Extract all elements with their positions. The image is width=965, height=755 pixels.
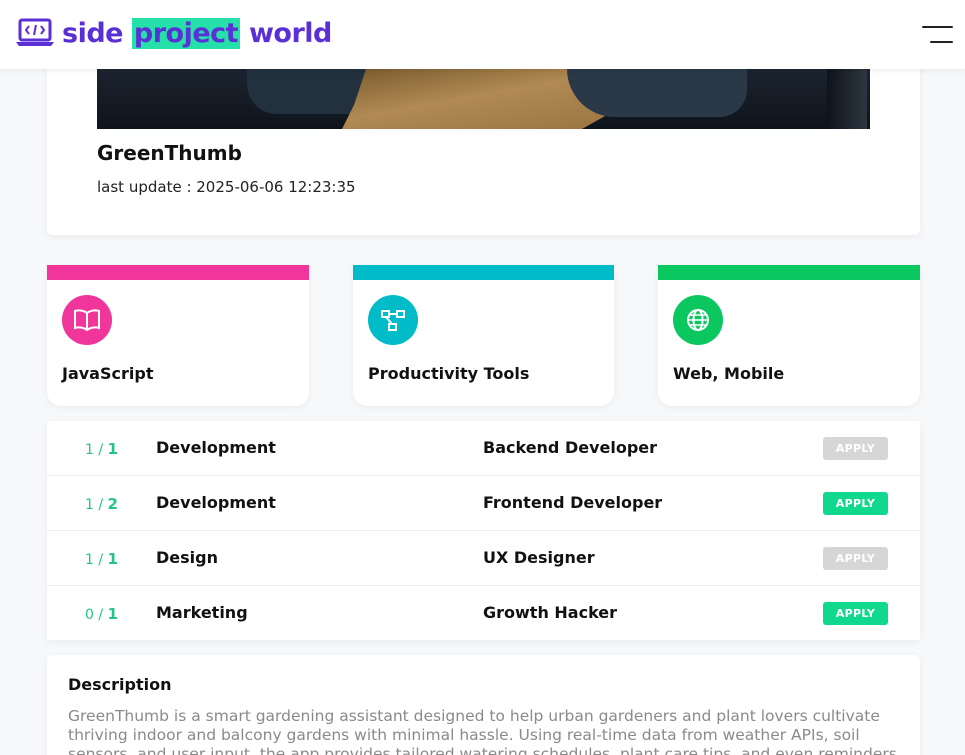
project-title: GreenThumb [97,141,242,165]
role-category: Development [156,493,276,512]
member-count: 1 / 2 [85,495,118,513]
globe-icon [673,295,723,345]
card-accent-bar [353,265,614,280]
field-label: Productivity Tools [368,364,530,383]
role-position: Frontend Developer [483,493,663,512]
tech-stack-card: JavaScript [47,265,309,406]
workflow-icon [368,295,418,345]
laptop-code-icon [16,18,54,46]
recruitment-table: 1 / 1 Development Backend Developer APPL… [47,421,920,640]
table-row: 1 / 2 Development Frontend Developer APP… [47,476,920,531]
description-card: Description GreenThumb is a smart garden… [47,655,920,755]
apply-button[interactable]: APPLY [823,492,888,515]
role-category: Design [156,548,218,567]
member-count: 1 / 1 [85,550,118,568]
hamburger-menu-icon[interactable] [922,24,953,46]
platform-label: Web, Mobile [673,364,785,383]
site-logo[interactable]: side project world [14,16,332,50]
site-header: side project world [0,0,965,69]
platform-card: Web, Mobile [658,265,920,406]
project-cover-image [97,69,870,129]
role-category: Development [156,438,276,457]
table-row: 1 / 1 Development Backend Developer APPL… [47,421,920,476]
apply-button[interactable]: APPLY [823,602,888,625]
role-position: UX Designer [483,548,595,567]
apply-button[interactable]: APPLY [823,437,888,460]
apply-button[interactable]: APPLY [823,547,888,570]
role-position: Growth Hacker [483,603,618,622]
member-count: 0 / 1 [85,605,118,623]
field-card: Productivity Tools [353,265,614,406]
description-body: GreenThumb is a smart gardening assistan… [68,707,897,755]
card-accent-bar [47,265,309,280]
project-header-card: GreenThumb last update : 2025-06-06 12:2… [47,40,920,235]
description-title: Description [68,675,172,694]
member-count: 1 / 1 [85,440,118,458]
table-row: 0 / 1 Marketing Growth Hacker APPLY [47,586,920,641]
role-category: Marketing [156,603,248,622]
tech-stack-label: JavaScript [62,364,154,383]
card-accent-bar [658,265,920,280]
table-row: 1 / 1 Design UX Designer APPLY [47,531,920,586]
last-update-text: last update : 2025-06-06 12:23:35 [97,178,356,196]
book-icon [62,295,112,345]
logo-wordmark: side project world [62,17,332,49]
role-position: Backend Developer [483,438,658,457]
